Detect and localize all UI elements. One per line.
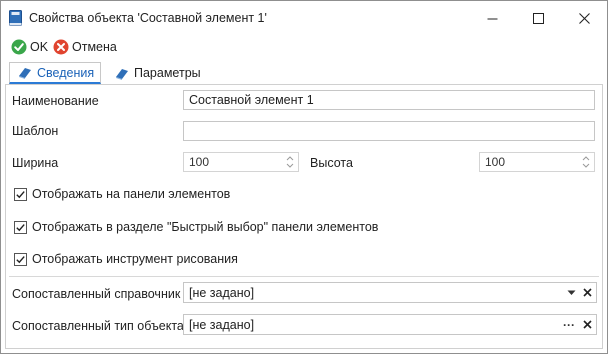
close-icon <box>578 12 590 24</box>
cancel-button[interactable]: Отмена <box>53 37 117 57</box>
ok-button[interactable]: OK <box>11 37 48 57</box>
ok-label: OK <box>30 40 49 54</box>
maximize-button[interactable] <box>515 1 561 35</box>
height-label: Высота <box>310 156 353 170</box>
template-input[interactable] <box>183 121 595 141</box>
check-circle-icon <box>11 39 27 55</box>
checkbox-label: Отображать в разделе "Быстрый выбор" пан… <box>32 220 379 234</box>
checkbox-box[interactable] <box>14 252 27 266</box>
title-bar[interactable]: Свойства объекта 'Составной элемент 1' <box>1 1 607 35</box>
width-spinner[interactable]: 100 <box>183 152 299 172</box>
cancel-label: Отмена <box>72 40 117 54</box>
template-label: Шаблон <box>12 124 59 138</box>
clear-icon[interactable] <box>581 317 593 333</box>
directory-value: [не задано] <box>189 285 255 300</box>
tab-info[interactable]: Сведения <box>9 62 101 84</box>
width-value: 100 <box>189 155 210 169</box>
checkmark-icon <box>16 190 25 198</box>
section-divider <box>9 276 599 277</box>
tab-parameters[interactable]: Параметры <box>107 62 207 84</box>
cancel-circle-icon <box>53 39 69 55</box>
clear-icon[interactable] <box>581 285 593 301</box>
ellipsis-icon[interactable]: ··· <box>561 317 577 333</box>
checkbox-drawing-tool[interactable]: Отображать инструмент рисования <box>14 252 238 266</box>
tab-info-label: Сведения <box>37 65 95 80</box>
checkbox-label: Отображать на панели элементов <box>32 187 231 201</box>
object-type-combo[interactable]: [не задано] ··· <box>183 314 597 335</box>
maximize-icon <box>532 12 544 24</box>
checkmark-icon <box>16 223 25 231</box>
height-spinner[interactable]: 100 <box>479 152 595 172</box>
book-tab-icon <box>116 68 128 80</box>
minimize-icon <box>487 18 497 19</box>
name-label: Наименование <box>12 94 99 108</box>
minimize-button[interactable] <box>469 1 515 35</box>
checkbox-show-on-panel[interactable]: Отображать на панели элементов <box>14 187 230 201</box>
height-value: 100 <box>485 155 506 169</box>
name-input[interactable]: Составной элемент 1 <box>183 90 595 110</box>
checkbox-quick-select[interactable]: Отображать в разделе "Быстрый выбор" пан… <box>14 220 378 234</box>
tab-parameters-label: Параметры <box>134 66 201 80</box>
properties-dialog: Свойства объекта 'Составной элемент 1' O… <box>0 0 608 354</box>
checkbox-box[interactable] <box>14 220 27 234</box>
checkmark-icon <box>16 255 25 263</box>
spinner-arrows-icon[interactable] <box>285 154 295 170</box>
spinner-arrows-icon[interactable] <box>581 154 591 170</box>
width-label: Ширина <box>12 156 59 170</box>
book-icon <box>9 10 22 26</box>
checkbox-box[interactable] <box>14 187 27 201</box>
object-type-value: [не задано] <box>189 317 255 332</box>
directory-label: Сопоставленный справочник <box>12 287 181 301</box>
object-type-label: Сопоставленный тип объекта <box>12 319 184 333</box>
directory-combo[interactable]: [не задано] <box>183 282 597 303</box>
close-window-button[interactable] <box>561 1 607 35</box>
checkbox-label: Отображать инструмент рисования <box>32 252 238 266</box>
book-tab-icon <box>19 68 31 79</box>
window-title: Свойства объекта 'Составной элемент 1' <box>29 11 267 25</box>
dropdown-arrow-icon[interactable] <box>565 285 577 301</box>
